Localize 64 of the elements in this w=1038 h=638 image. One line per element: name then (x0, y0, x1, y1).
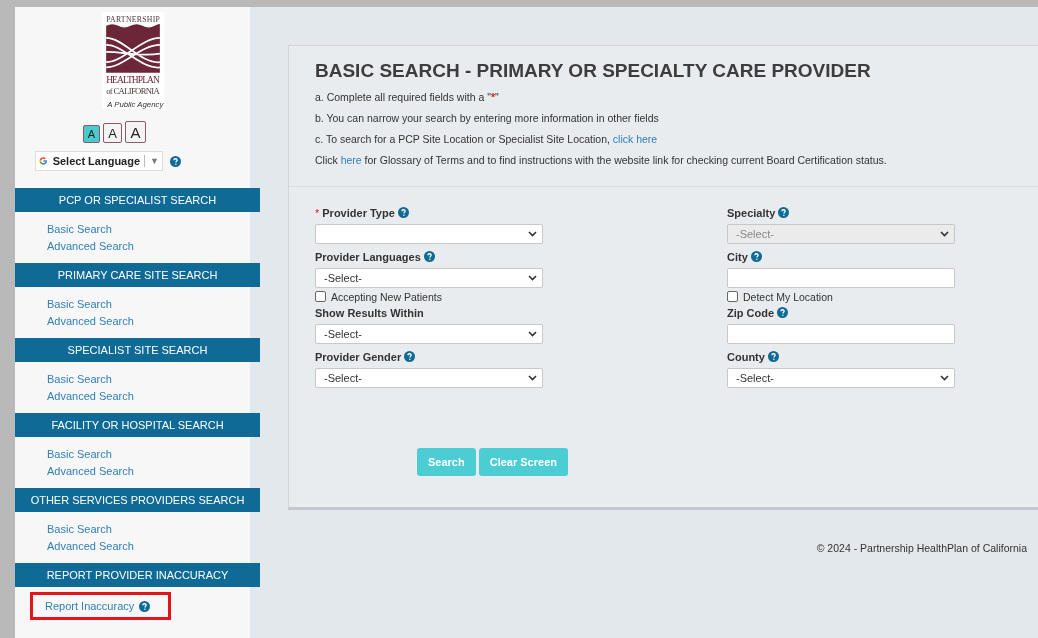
sidebar-link[interactable]: Basic Search (47, 221, 112, 237)
footer-text: © 2024 - Partnership HealthPlan of California (816, 542, 1027, 554)
field-label: Provider Languages (315, 250, 421, 263)
section-header: OTHER SERVICES PROVIDERS SEARCH (15, 488, 260, 512)
field-label: Specialty (727, 206, 776, 219)
page-title: BASIC SEARCH - PRIMARY OR SPECIALTY CARE PROVIDER (315, 60, 872, 82)
field-label: County (727, 350, 765, 363)
sidebar-link[interactable]: Basic Search (47, 371, 112, 387)
chevron-icon (528, 375, 537, 381)
sidebar-link[interactable]: Basic Search (47, 296, 112, 312)
link[interactable]: click here (612, 133, 658, 145)
checkbox-label: Accepting New Patients (331, 290, 442, 303)
section-header: FACILITY OR HOSPITAL SEARCH (15, 413, 260, 437)
chevron-icon (940, 231, 949, 237)
instruction-text: c. To search for a PCP Site Location or Specialist Site Location, click here (315, 133, 659, 145)
sidebar-link[interactable]: Advanced Search (47, 313, 134, 329)
help-icon[interactable] (750, 251, 762, 262)
input-field[interactable] (727, 268, 955, 288)
sidebar-link[interactable]: Basic Search (47, 446, 112, 462)
checkbox[interactable] (727, 291, 738, 302)
font-size-button[interactable]: A (103, 123, 122, 143)
field-label: Show Results Within (315, 306, 424, 319)
required-mark: * (315, 206, 320, 219)
link[interactable]: here (340, 154, 362, 166)
sidebar-link[interactable]: Advanced Search (47, 388, 134, 404)
field-label: Provider Type (322, 206, 395, 219)
select-field[interactable]: -Select- (315, 368, 543, 388)
field-label: City (727, 250, 748, 263)
select-field[interactable]: -Select- (727, 368, 955, 388)
help-icon[interactable] (777, 307, 789, 318)
font-size-button[interactable]: A (125, 121, 146, 143)
checkbox[interactable] (315, 291, 326, 302)
chevron-icon (528, 331, 537, 337)
sidebar-link[interactable]: Report Inaccuracy (45, 598, 135, 614)
section-header: PRIMARY CARE SITE SEARCH (15, 263, 260, 287)
chevron-icon (940, 375, 949, 381)
chevron-icon (528, 275, 537, 281)
select-field[interactable] (315, 224, 543, 244)
sidebar-link[interactable]: Basic Search (47, 521, 112, 537)
help-icon[interactable] (423, 251, 435, 262)
help-icon[interactable] (397, 207, 409, 218)
section-header: PCP OR SPECIALIST SEARCH (15, 188, 260, 212)
sidebar-link[interactable]: Advanced Search (47, 238, 134, 254)
section-header: SPECIALIST SITE SEARCH (15, 338, 260, 362)
instruction-text: a. Complete all required fields with a "*" (315, 91, 500, 103)
sidebar-link[interactable]: Advanced Search (47, 463, 134, 479)
help-icon[interactable] (404, 351, 416, 362)
help-icon[interactable] (170, 155, 181, 167)
google-icon (39, 154, 48, 168)
sidebar-link[interactable]: Advanced Search (47, 538, 134, 554)
select-field[interactable]: -Select- (315, 268, 543, 288)
field-label: Zip Code (727, 306, 775, 319)
select-field[interactable]: -Select- (315, 324, 543, 344)
help-icon[interactable] (139, 600, 151, 612)
instruction-text: Click here for Glossary of Terms and to find instructions with the website link for checking current Board Certification status. (315, 154, 888, 166)
instruction-text: b. You can narrow your search by entering more information in other fields (315, 112, 660, 124)
checkbox-label: Detect My Location (743, 290, 833, 303)
input-field[interactable] (727, 324, 955, 344)
chevron-icon (528, 231, 537, 237)
font-size-button[interactable]: A (83, 125, 100, 143)
help-icon[interactable] (767, 351, 779, 362)
field-label: Provider Gender (315, 350, 402, 363)
section-header: REPORT PROVIDER INACCURACY (15, 563, 260, 587)
language-select[interactable]: Select Language ▼ (35, 151, 163, 171)
